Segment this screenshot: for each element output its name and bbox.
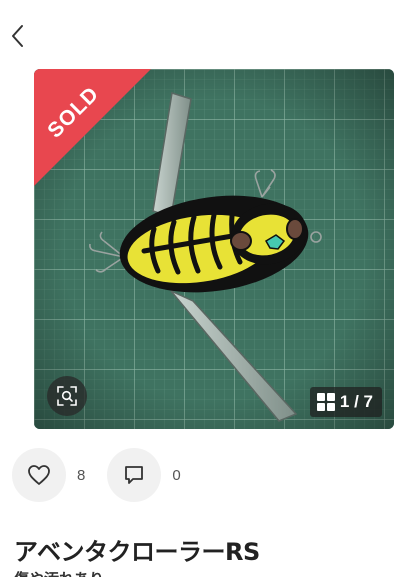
image-search-icon [57,386,77,406]
comment-outline-icon [125,466,144,484]
image-counter[interactable]: 1 / 7 [309,387,382,417]
like-button[interactable] [12,448,66,502]
item-title: アベンタクローラーRS [14,538,260,566]
back-button[interactable] [6,20,30,52]
lure-photo-image [34,69,394,429]
grid-icon [316,393,335,411]
comment-count: 0 [172,466,181,484]
comment-button[interactable] [107,448,162,502]
like-count: 8 [77,466,86,484]
item-condition: 傷や汚れあり [14,568,104,577]
image-counter-text: 1 / 7 [339,392,373,411]
image-search-button[interactable] [47,376,87,416]
action-bar: 8 0 [12,448,181,502]
heart-outline-icon [28,465,50,485]
chevron-left-icon [12,25,23,47]
product-photo[interactable]: SOLD 1 / 7 [34,69,394,429]
